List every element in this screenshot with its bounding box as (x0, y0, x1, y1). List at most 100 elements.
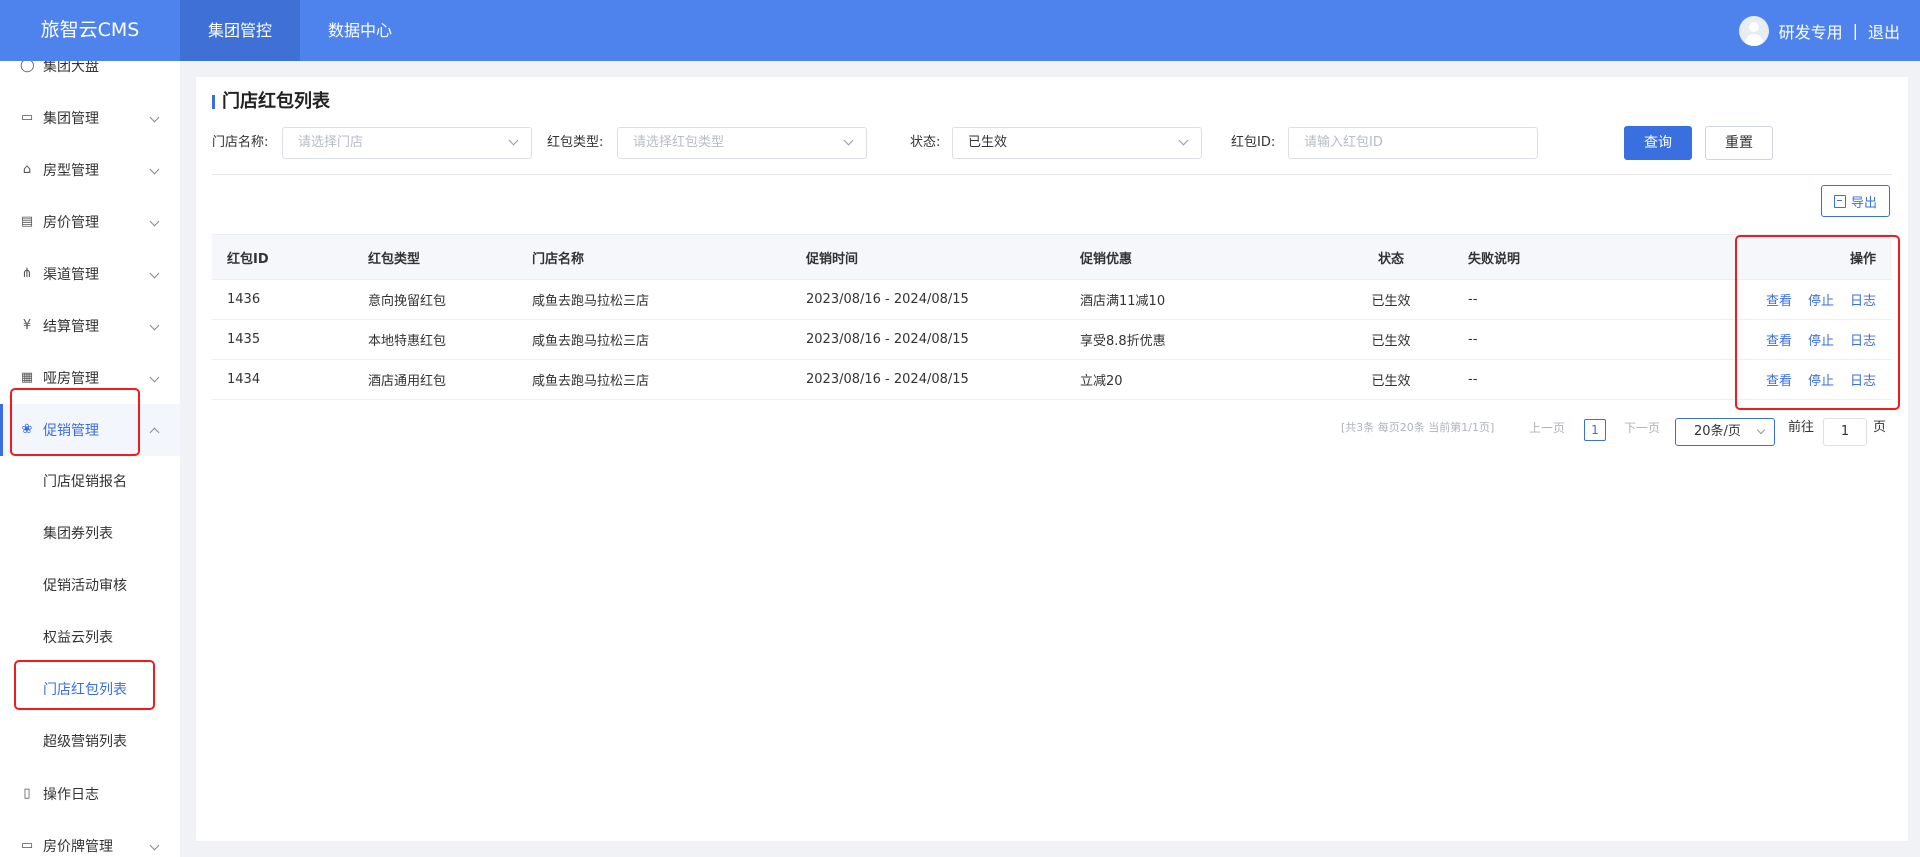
tab-group-control[interactable]: 集团管控 (180, 0, 301, 61)
sidebar-item-label: 房型管理 (43, 163, 99, 179)
cell-type: 酒店通用红包 (353, 359, 517, 400)
sidebar-subitem-store-redpacket-list[interactable]: 门店红包列表 (0, 664, 180, 716)
chevron-down-icon (843, 135, 854, 146)
view-link[interactable]: 查看 (1766, 294, 1792, 309)
sidebar-subitem-promo-review[interactable]: 促销活动审核 (0, 560, 180, 612)
chevron-down-icon (149, 268, 160, 279)
chevron-down-icon (149, 372, 160, 383)
reset-button[interactable]: 重置 (1705, 126, 1773, 160)
store-select[interactable]: 请选择门店 (282, 127, 532, 159)
sidebar-item-label: 促销管理 (43, 423, 99, 439)
status-select[interactable]: 已生效 (952, 127, 1202, 159)
cell-store: 咸鱼去跑马拉松三店 (517, 359, 791, 400)
column-header: 门店名称 (517, 234, 791, 280)
id-input-placeholder: 请输入红包ID (1304, 135, 1383, 150)
log-link[interactable]: 日志 (1850, 294, 1876, 309)
dashboard-icon: ◯ (20, 61, 35, 73)
goto-label: 前往 (1788, 420, 1815, 435)
user-name[interactable]: 研发专用 (1779, 19, 1843, 43)
network-icon: ⋔ (21, 266, 33, 281)
page-title: 门店红包列表 (212, 91, 330, 113)
stop-link[interactable]: 停止 (1808, 294, 1834, 309)
page-number-1[interactable]: 1 (1584, 419, 1606, 441)
chevron-down-icon (149, 112, 160, 123)
sidebar-item-mute-room[interactable]: ▦ 哑房管理 (0, 352, 180, 404)
stop-link[interactable]: 停止 (1808, 334, 1834, 349)
sidebar-item-settlement[interactable]: ¥ 结算管理 (0, 300, 180, 352)
top-header: 旅智云CMS 集团管控 数据中心 研发专用 | 退出 (0, 0, 1920, 61)
logout-link[interactable]: 退出 (1868, 19, 1900, 43)
cell-id: 1436 (212, 279, 353, 320)
document-icon: ▦ (20, 370, 34, 385)
store-select-placeholder: 请选择门店 (298, 135, 364, 150)
redpacket-id-input[interactable]: 请输入红包ID (1288, 127, 1538, 159)
column-header: 失败说明 (1453, 234, 1662, 280)
top-nav: 集团管控 数据中心 (180, 0, 420, 61)
sidebar-subitem-benefit-cloud-list[interactable]: 权益云列表 (0, 612, 180, 664)
column-header: 促销时间 (791, 234, 1065, 280)
cell-id: 1434 (212, 359, 353, 400)
home-icon: ⌂ (22, 162, 32, 177)
column-header: 操作 (1662, 234, 1892, 280)
sidebar-item-label: 集团管理 (43, 111, 99, 127)
user-box: 研发专用 | 退出 (1738, 0, 1900, 61)
sidebar-subitem-group-coupon-list[interactable]: 集团券列表 (0, 508, 180, 560)
cell-store: 咸鱼去跑马拉松三店 (517, 319, 791, 360)
cell-time: 2023/08/16 - 2024/08/15 (791, 319, 1065, 360)
chart-icon: ▭ (20, 110, 34, 125)
cell-status: 已生效 (1329, 359, 1453, 400)
table-row: 1435 本地特惠红包 咸鱼去跑马拉松三店 2023/08/16 - 2024/… (212, 319, 1892, 360)
column-header: 红包类型 (353, 234, 517, 280)
sidebar-item-channel[interactable]: ⋔ 渠道管理 (0, 248, 180, 300)
sidebar-item-price-board[interactable]: ▭ 房价牌管理 (0, 820, 180, 857)
cell-status: 已生效 (1329, 319, 1453, 360)
export-icon (1833, 194, 1846, 208)
cell-type: 意向挽留红包 (353, 279, 517, 320)
goto-unit: 页 (1873, 420, 1887, 435)
view-link[interactable]: 查看 (1766, 374, 1792, 389)
brand-logo[interactable]: 旅智云CMS (0, 0, 180, 61)
type-select-placeholder: 请选择红包类型 (633, 135, 725, 150)
sidebar-item-group-dashboard[interactable]: ◯ 集团大盘 (0, 61, 180, 92)
cell-actions: 查看 停止 日志 (1662, 319, 1892, 360)
sidebar-item-room-type[interactable]: ⌂ 房型管理 (0, 144, 180, 196)
table-row: 1436 意向挽留红包 咸鱼去跑马拉松三店 2023/08/16 - 2024/… (212, 279, 1892, 320)
stop-link[interactable]: 停止 (1808, 374, 1834, 389)
cell-id: 1435 (212, 319, 353, 360)
next-page-button[interactable]: 下一页 (1624, 415, 1660, 441)
chevron-down-icon (1756, 425, 1766, 435)
prev-page-button[interactable]: 上一页 (1529, 415, 1565, 441)
sidebar-item-room-price[interactable]: ▤ 房价管理 (0, 196, 180, 248)
cell-fail-reason: -- (1453, 279, 1662, 320)
page-size-value: 20条/页 (1694, 424, 1741, 439)
log-link[interactable]: 日志 (1850, 334, 1876, 349)
goto-page-input[interactable]: 1 (1823, 418, 1867, 446)
tab-data-center[interactable]: 数据中心 (300, 0, 420, 61)
export-button-label: 导出 (1850, 195, 1877, 211)
sidebar-item-operation-log[interactable]: ▯ 操作日志 (0, 768, 180, 820)
column-header: 促销优惠 (1065, 234, 1329, 280)
sidebar-subitem-super-marketing-list[interactable]: 超级营销列表 (0, 716, 180, 768)
id-filter-label: 红包ID: (1231, 135, 1276, 150)
pagination-info: [共3条 每页20条 当前第1/1页] (1341, 421, 1495, 434)
sidebar: ◯ 集团大盘 ▭ 集团管理 ⌂ 房型管理 ▤ 房价管理 ⋔ 渠道管理 ¥ 结算管… (0, 61, 180, 857)
log-link[interactable]: 日志 (1850, 374, 1876, 389)
sidebar-item-label: 结算管理 (43, 319, 99, 335)
export-button[interactable]: 导出 (1821, 185, 1890, 217)
page-size-select[interactable]: 20条/页 (1675, 418, 1775, 446)
sidebar-subitem-store-promo-signup[interactable]: 门店促销报名 (0, 456, 180, 508)
sidebar-item-group-management[interactable]: ▭ 集团管理 (0, 92, 180, 144)
avatar[interactable] (1738, 15, 1769, 46)
store-filter-label: 门店名称: (212, 135, 269, 150)
cell-offer: 立减20 (1065, 359, 1329, 400)
sidebar-item-label: 哑房管理 (43, 371, 99, 387)
sidebar-item-promotion[interactable]: ❀ 促销管理 (0, 404, 180, 456)
query-button[interactable]: 查询 (1624, 126, 1692, 160)
view-link[interactable]: 查看 (1766, 334, 1792, 349)
cell-store: 咸鱼去跑马拉松三店 (517, 279, 791, 320)
sidebar-item-label: 集团大盘 (43, 61, 99, 75)
cell-time: 2023/08/16 - 2024/08/15 (791, 359, 1065, 400)
chevron-down-icon (1178, 135, 1189, 146)
yen-icon: ¥ (22, 318, 32, 333)
redpacket-type-select[interactable]: 请选择红包类型 (617, 127, 867, 159)
